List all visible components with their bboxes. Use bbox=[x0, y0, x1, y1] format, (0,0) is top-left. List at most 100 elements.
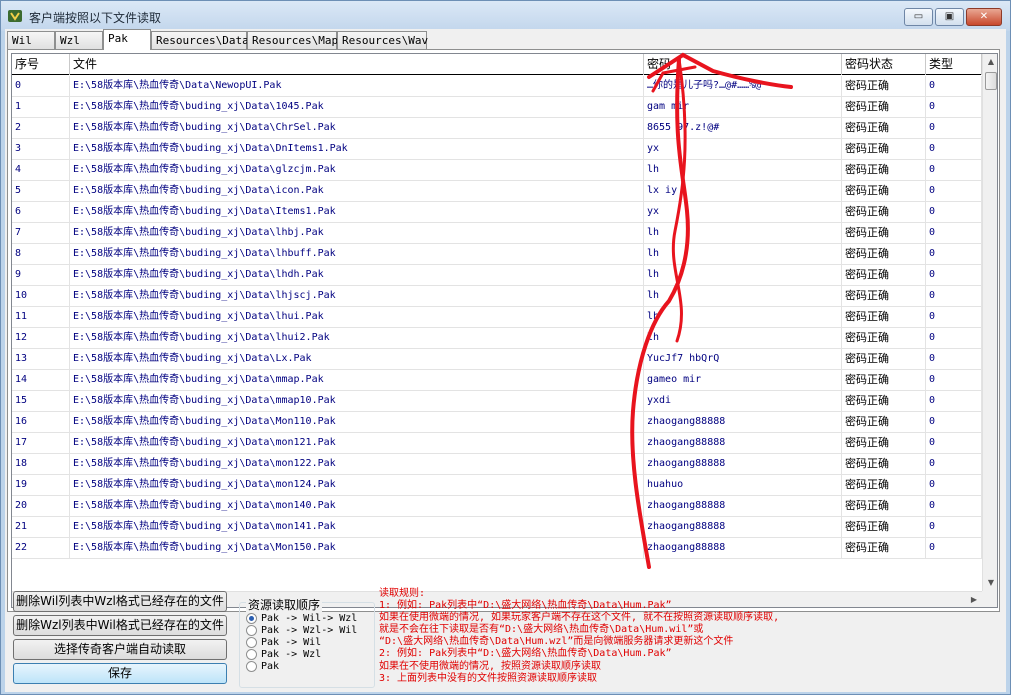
table-row[interactable]: 17 E:\58版本库\热血传奇\buding_xj\Data\mon121.Pa… bbox=[12, 433, 982, 454]
cell-file[interactable]: E:\58版本库\热血传奇\buding_xj\Data\lhui.Pak bbox=[70, 307, 644, 328]
column-header-file[interactable]: 文件 bbox=[70, 54, 644, 75]
cell-file[interactable]: E:\58版本库\热血传奇\buding_xj\Data\DnItems1.Pa… bbox=[70, 139, 644, 160]
cell-index[interactable]: 17 bbox=[12, 433, 70, 454]
close-button[interactable]: ✕ bbox=[966, 8, 1002, 26]
table-row[interactable]: 9 E:\58版本库\热血传奇\buding_xj\Data\lhdh.Pak lh… bbox=[12, 265, 982, 286]
read-order-option[interactable]: Pak -> Wzl bbox=[246, 649, 321, 661]
cell-status[interactable]: 密码正确 bbox=[842, 370, 926, 391]
cell-type[interactable]: 0 bbox=[926, 517, 982, 538]
cell-type[interactable]: 0 bbox=[926, 286, 982, 307]
cell-password[interactable]: 8655 97.z!@# bbox=[644, 118, 842, 139]
cell-status[interactable]: 密码正确 bbox=[842, 391, 926, 412]
table-row[interactable]: 19 E:\58版本库\热血传奇\buding_xj\Data\mon124.Pa… bbox=[12, 475, 982, 496]
maximize-button[interactable]: ▣ bbox=[935, 8, 964, 26]
cell-file[interactable]: E:\58版本库\热血传奇\buding_xj\Data\lhjscj.Pak bbox=[70, 286, 644, 307]
cell-type[interactable]: 0 bbox=[926, 538, 982, 559]
scroll-right-icon[interactable]: ▶ bbox=[966, 592, 982, 607]
table-row[interactable]: 5 E:\58版本库\热血传奇\buding_xj\Data\icon.Pak lx… bbox=[12, 181, 982, 202]
cell-status[interactable]: 密码正确 bbox=[842, 307, 926, 328]
cell-file[interactable]: E:\58版本库\热血传奇\buding_xj\Data\ChrSel.Pak bbox=[70, 118, 644, 139]
cell-type[interactable]: 0 bbox=[926, 202, 982, 223]
read-order-option[interactable]: Pak -> Wzl-> Wil bbox=[246, 625, 357, 637]
cell-file[interactable]: E:\58版本库\热血传奇\buding_xj\Data\mmap10.Pak bbox=[70, 391, 644, 412]
cell-file[interactable]: E:\58版本库\热血传奇\buding_xj\Data\glzcjm.Pak bbox=[70, 160, 644, 181]
table-row[interactable]: 12 E:\58版本库\热血传奇\buding_xj\Data\lhui2.Pak… bbox=[12, 328, 982, 349]
cell-type[interactable]: 0 bbox=[926, 97, 982, 118]
cell-password[interactable]: lh bbox=[644, 307, 842, 328]
cell-password[interactable]: yx bbox=[644, 139, 842, 160]
tab-pak[interactable]: Pak bbox=[103, 29, 151, 50]
cell-file[interactable]: E:\58版本库\热血传奇\buding_xj\Data\Mon150.Pak bbox=[70, 538, 644, 559]
cell-status[interactable]: 密码正确 bbox=[842, 265, 926, 286]
cell-status[interactable]: 密码正确 bbox=[842, 286, 926, 307]
table-row[interactable]: 7 E:\58版本库\热血传奇\buding_xj\Data\lhbj.Pak lh… bbox=[12, 223, 982, 244]
cell-index[interactable]: 8 bbox=[12, 244, 70, 265]
delete-wil-in-wzl-button[interactable]: 删除Wzl列表中Wil格式已经存在的文件 bbox=[13, 615, 227, 636]
cell-status[interactable]: 密码正确 bbox=[842, 328, 926, 349]
tab-wil[interactable]: Wil bbox=[7, 31, 55, 49]
cell-password[interactable]: yxdi bbox=[644, 391, 842, 412]
table-row[interactable]: 15 E:\58版本库\热血传奇\buding_xj\Data\mmap10.Pa… bbox=[12, 391, 982, 412]
cell-index[interactable]: 10 bbox=[12, 286, 70, 307]
minimize-button[interactable]: ▭ bbox=[904, 8, 933, 26]
radio-dot-icon[interactable] bbox=[246, 637, 257, 648]
cell-file[interactable]: E:\58版本库\热血传奇\buding_xj\Data\mon122.Pak bbox=[70, 454, 644, 475]
cell-index[interactable]: 0 bbox=[12, 76, 70, 97]
vertical-scrollbar[interactable]: ▲ ▼ bbox=[982, 54, 997, 591]
cell-type[interactable]: 0 bbox=[926, 412, 982, 433]
cell-index[interactable]: 20 bbox=[12, 496, 70, 517]
cell-type[interactable]: 0 bbox=[926, 265, 982, 286]
read-order-option[interactable]: Pak -> Wil-> Wzl bbox=[246, 613, 357, 625]
cell-type[interactable]: 0 bbox=[926, 160, 982, 181]
cell-password[interactable]: …你的是儿子吗?…@#……%@ bbox=[644, 76, 842, 97]
radio-dot-icon[interactable] bbox=[246, 661, 257, 672]
cell-file[interactable]: E:\58版本库\热血传奇\buding_xj\Data\lhdh.Pak bbox=[70, 265, 644, 286]
pak-file-grid[interactable]: 序号 文件 密码 密码状态 类型 0 E:\58版本库\热血传奇\Data\New… bbox=[11, 53, 998, 608]
tab-wzl[interactable]: Wzl bbox=[55, 31, 103, 49]
cell-password[interactable]: zhaogang88888 bbox=[644, 433, 842, 454]
cell-password[interactable]: zhaogang88888 bbox=[644, 412, 842, 433]
cell-type[interactable]: 0 bbox=[926, 328, 982, 349]
table-row[interactable]: 18 E:\58版本库\热血传奇\buding_xj\Data\mon122.Pa… bbox=[12, 454, 982, 475]
cell-file[interactable]: E:\58版本库\热血传奇\buding_xj\Data\mon121.Pak bbox=[70, 433, 644, 454]
cell-status[interactable]: 密码正确 bbox=[842, 538, 926, 559]
cell-password[interactable]: lh bbox=[644, 160, 842, 181]
column-header-type[interactable]: 类型 bbox=[926, 54, 982, 75]
table-row[interactable]: 13 E:\58版本库\热血传奇\buding_xj\Data\Lx.Pak Yuc… bbox=[12, 349, 982, 370]
cell-index[interactable]: 2 bbox=[12, 118, 70, 139]
delete-wzl-in-wil-button[interactable]: 删除Wil列表中Wzl格式已经存在的文件 bbox=[13, 591, 227, 612]
table-row[interactable]: 16 E:\58版本库\热血传奇\buding_xj\Data\Mon110.Pa… bbox=[12, 412, 982, 433]
cell-password[interactable]: lh bbox=[644, 223, 842, 244]
cell-index[interactable]: 19 bbox=[12, 475, 70, 496]
cell-password[interactable]: gam mir bbox=[644, 97, 842, 118]
table-row[interactable]: 20 E:\58版本库\热血传奇\buding_xj\Data\mon140.Pa… bbox=[12, 496, 982, 517]
tab-resources-wav[interactable]: Resources\Wav bbox=[337, 31, 428, 49]
cell-index[interactable]: 1 bbox=[12, 97, 70, 118]
cell-password[interactable]: gameo mir bbox=[644, 370, 842, 391]
tab-resources-data[interactable]: Resources\Data bbox=[151, 31, 249, 49]
cell-status[interactable]: 密码正确 bbox=[842, 181, 926, 202]
save-button[interactable]: 保存 bbox=[13, 663, 227, 684]
scroll-up-icon[interactable]: ▲ bbox=[983, 54, 997, 70]
radio-dot-icon[interactable] bbox=[246, 625, 257, 636]
vertical-scroll-thumb[interactable] bbox=[985, 72, 997, 90]
table-row[interactable]: 21 E:\58版本库\热血传奇\buding_xj\Data\mon141.Pa… bbox=[12, 517, 982, 538]
cell-type[interactable]: 0 bbox=[926, 118, 982, 139]
cell-password[interactable]: YucJf7 hbQrQ bbox=[644, 349, 842, 370]
cell-file[interactable]: E:\58版本库\热血传奇\buding_xj\Data\icon.Pak bbox=[70, 181, 644, 202]
table-row[interactable]: 0 E:\58版本库\热血传奇\Data\NewopUI.Pak …你的是儿子吗?…… bbox=[12, 76, 982, 97]
radio-dot-icon[interactable] bbox=[246, 649, 257, 660]
table-row[interactable]: 22 E:\58版本库\热血传奇\buding_xj\Data\Mon150.Pa… bbox=[12, 538, 982, 559]
read-order-option[interactable]: Pak -> Wil bbox=[246, 637, 321, 649]
read-order-option[interactable]: Pak bbox=[246, 661, 279, 673]
cell-status[interactable]: 密码正确 bbox=[842, 475, 926, 496]
cell-file[interactable]: E:\58版本库\热血传奇\buding_xj\Data\Mon110.Pak bbox=[70, 412, 644, 433]
cell-status[interactable]: 密码正确 bbox=[842, 412, 926, 433]
cell-file[interactable]: E:\58版本库\热血传奇\buding_xj\Data\lhbuff.Pak bbox=[70, 244, 644, 265]
cell-status[interactable]: 密码正确 bbox=[842, 76, 926, 97]
cell-status[interactable]: 密码正确 bbox=[842, 97, 926, 118]
cell-status[interactable]: 密码正确 bbox=[842, 118, 926, 139]
cell-status[interactable]: 密码正确 bbox=[842, 139, 926, 160]
cell-status[interactable]: 密码正确 bbox=[842, 349, 926, 370]
cell-file[interactable]: E:\58版本库\热血传奇\buding_xj\Data\lhui2.Pak bbox=[70, 328, 644, 349]
